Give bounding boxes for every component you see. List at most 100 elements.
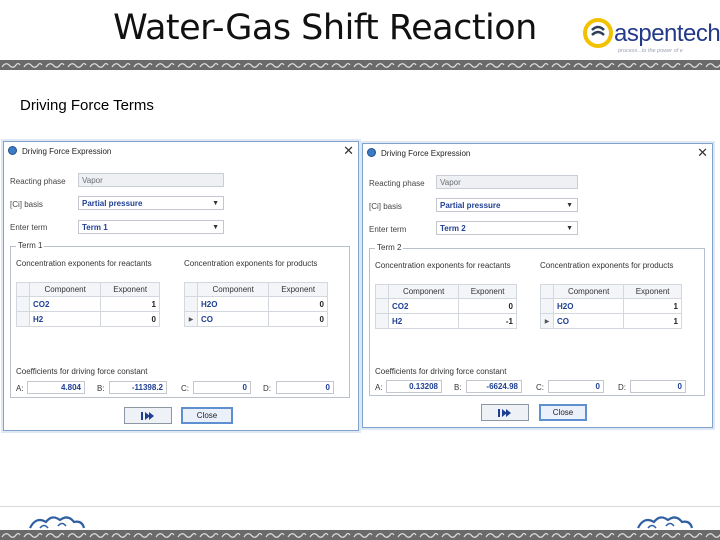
next-button[interactable]: [124, 407, 172, 424]
enter-term-select[interactable]: Term 1 ▼: [78, 220, 224, 234]
driving-force-dialog-term-2: Driving Force Expression ✕ Reacting phas…: [362, 143, 713, 428]
enter-term-select[interactable]: Term 2 ▼: [436, 221, 578, 235]
reactants-label: Concentration exponents for reactants: [16, 259, 152, 268]
component-cell[interactable]: H2O: [552, 298, 625, 314]
slide-title: Water-Gas Shift Reaction: [113, 8, 537, 48]
column-header: Exponent: [458, 284, 517, 299]
reacting-phase-label: Reacting phase: [10, 177, 66, 186]
coef-c-field[interactable]: 0: [193, 381, 251, 394]
table-row[interactable]: ▶ CO 1: [540, 313, 682, 329]
exponent-cell[interactable]: 0: [268, 296, 328, 312]
grid-corner: [16, 282, 30, 297]
coef-c-label: C:: [181, 384, 189, 393]
coef-d-label: D:: [618, 383, 626, 392]
component-cell[interactable]: CO2: [387, 298, 460, 314]
chevron-down-icon: ▼: [212, 224, 219, 231]
close-icon[interactable]: ✕: [697, 145, 708, 161]
basis-select[interactable]: Partial pressure ▼: [436, 198, 578, 212]
exponent-cell[interactable]: 1: [623, 298, 682, 314]
dialog-title: Driving Force Expression: [381, 149, 471, 158]
logo-mark-icon: [583, 18, 613, 48]
basis-label: [Ci] basis: [369, 202, 402, 211]
close-button[interactable]: Close: [181, 407, 233, 424]
coef-c-label: C:: [536, 383, 544, 392]
driving-force-dialog-term-1: Driving Force Expression ✕ Reacting phas…: [3, 141, 359, 431]
exponent-cell[interactable]: -1: [458, 313, 517, 329]
section-subtitle: Driving Force Terms: [20, 97, 154, 114]
next-arrow-icon: [141, 412, 154, 420]
reacting-phase-label: Reacting phase: [369, 179, 425, 188]
exponent-cell[interactable]: 0: [268, 311, 328, 327]
table-row[interactable]: H2O 1: [540, 298, 682, 314]
component-cell[interactable]: H2O: [196, 296, 270, 312]
component-cell[interactable]: H2: [28, 311, 102, 327]
aspentech-logo: aspentech process...to the power of e: [580, 8, 720, 58]
enter-term-label: Enter term: [369, 225, 407, 234]
component-cell[interactable]: CO: [196, 311, 270, 327]
products-label: Concentration exponents for products: [184, 259, 318, 268]
app-icon: [367, 148, 376, 157]
exponent-cell[interactable]: 1: [623, 313, 682, 329]
close-icon[interactable]: ✕: [343, 143, 354, 159]
chevron-down-icon: ▼: [212, 200, 219, 207]
coef-a-label: A:: [16, 384, 24, 393]
enter-term-label: Enter term: [10, 223, 48, 232]
column-header: Component: [387, 284, 460, 299]
row-header: [375, 313, 389, 329]
next-button[interactable]: [481, 404, 529, 421]
term-group-legend: Term 2: [375, 243, 404, 252]
table-row[interactable]: H2 -1: [375, 313, 517, 329]
basis-select[interactable]: Partial pressure ▼: [78, 196, 224, 210]
exponent-cell[interactable]: 1: [100, 296, 160, 312]
dialog-titlebar[interactable]: Driving Force Expression ✕: [4, 142, 358, 160]
table-row[interactable]: H2O 0: [184, 296, 328, 312]
basis-label: [Ci] basis: [10, 200, 43, 209]
reactants-label: Concentration exponents for reactants: [375, 261, 511, 270]
reacting-phase-field: Vapor: [78, 173, 224, 187]
table-row[interactable]: ▶ CO 0: [184, 311, 328, 327]
basis-select-value: Partial pressure: [82, 199, 143, 208]
exponent-cell[interactable]: 0: [100, 311, 160, 327]
chevron-down-icon: ▼: [566, 225, 573, 232]
term-group: Term 2 Concentration exponents for react…: [369, 243, 705, 396]
coef-d-field[interactable]: 0: [630, 380, 686, 393]
coef-b-label: B:: [454, 383, 462, 392]
grid-corner: [375, 284, 389, 299]
grid-corner: [184, 282, 198, 297]
coef-c-field[interactable]: 0: [548, 380, 604, 393]
exponent-cell[interactable]: 0: [458, 298, 517, 314]
row-pointer-icon: ▶: [184, 311, 198, 327]
products-table: Component Exponent H2O 0 ▶ CO 0: [184, 282, 328, 327]
table-row[interactable]: CO2 1: [16, 296, 160, 312]
coef-a-field[interactable]: 0.13208: [386, 380, 442, 393]
coef-a-field[interactable]: 4.804: [27, 381, 85, 394]
coef-d-field[interactable]: 0: [276, 381, 334, 394]
logo-wordmark: aspentech: [614, 20, 720, 47]
table-row[interactable]: CO2 0: [375, 298, 517, 314]
grid-corner: [540, 284, 554, 299]
coef-b-field[interactable]: -11398.2: [109, 381, 167, 394]
reactants-table: Component Exponent CO2 0 H2 -1: [375, 284, 517, 329]
reactants-table: Component Exponent CO2 1 H2 0: [16, 282, 160, 327]
coef-b-field[interactable]: -6624.98: [466, 380, 522, 393]
column-header: Component: [196, 282, 270, 297]
logo-tagline: process...to the power of e: [618, 48, 683, 54]
component-cell[interactable]: CO: [552, 313, 625, 329]
dialog-titlebar[interactable]: Driving Force Expression ✕: [363, 144, 712, 162]
table-row[interactable]: H2 0: [16, 311, 160, 327]
footer-bar: [0, 506, 720, 531]
products-table: Component Exponent H2O 1 ▶ CO 1: [540, 284, 682, 329]
component-cell[interactable]: CO2: [28, 296, 102, 312]
row-header: [16, 311, 30, 327]
coefficients-label: Coefficients for driving force constant: [16, 367, 148, 376]
component-cell[interactable]: H2: [387, 313, 460, 329]
header-band: [0, 60, 720, 70]
column-header: Exponent: [623, 284, 682, 299]
app-icon: [8, 146, 17, 155]
chevron-down-icon: ▼: [566, 202, 573, 209]
dialog-title: Driving Force Expression: [22, 147, 112, 156]
basis-select-value: Partial pressure: [440, 201, 501, 210]
close-button[interactable]: Close: [539, 404, 587, 421]
products-label: Concentration exponents for products: [540, 261, 674, 270]
term-group: Term 1 Concentration exponents for react…: [10, 241, 350, 398]
